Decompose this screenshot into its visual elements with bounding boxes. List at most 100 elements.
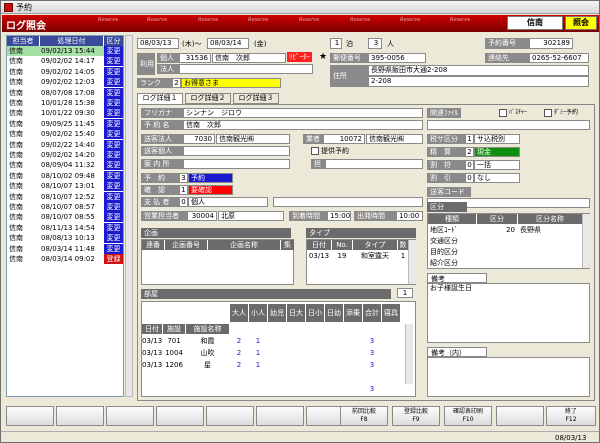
fkey-blank[interactable] — [206, 406, 254, 426]
eigyo-field[interactable]: 北原 — [218, 211, 284, 221]
shiharai-no[interactable]: 0 — [179, 197, 188, 207]
jusho1-field[interactable]: 長野県飯田市大通2-208 — [368, 65, 589, 76]
fkey-blank[interactable] — [106, 406, 154, 426]
list-item[interactable]: 信南 08/10/07 08:55 変更 — [7, 212, 123, 223]
bus-checkbox[interactable] — [499, 109, 507, 117]
okuri-hojin-no-field[interactable]: 7030 — [183, 134, 215, 144]
shiharai-field[interactable]: 個人 — [188, 197, 268, 207]
list-item[interactable]: 信南 09/02/02 14:05 変更 — [7, 66, 123, 77]
kakunin-field[interactable]: 要確認 — [188, 185, 233, 195]
fkey-blank[interactable] — [256, 406, 304, 426]
renraku-field[interactable]: 0265-52-6607 — [529, 53, 589, 63]
kubun-table[interactable]: 種類 区分 区分名称 地区ｺｰﾄﾞ 20 長野県 交通区分 目的区分 紹介区分 — [427, 213, 590, 269]
kojin-name-field[interactable]: 信南 次郎 — [212, 53, 286, 63]
heya-cell: 03/13 — [142, 337, 163, 345]
kojin-no-field[interactable]: 31536 — [179, 53, 211, 63]
gyosha-no-field[interactable]: 10072 — [323, 134, 365, 144]
heya-cell: 和霞 — [200, 337, 215, 345]
list-item[interactable]: 信南 09/02/02 14:20 変更 — [7, 150, 123, 160]
heya-table[interactable]: 大人 小人 幼児 日大 日小 日幼 添乗 合計 寝具 日付 施設 施設名称 03… — [141, 301, 416, 397]
yoyakumei-field[interactable]: 信南 次郎 — [183, 120, 423, 130]
warifu-field[interactable]: 一括 — [474, 160, 520, 170]
heya-cell: 3 — [369, 337, 375, 345]
okuri-hojin-field[interactable]: 信南観光㈱ — [216, 134, 290, 144]
yoyaku-status-field[interactable]: 予約 — [188, 173, 233, 183]
teikei-checkbox[interactable] — [311, 147, 319, 155]
list-item[interactable]: 信南 09/02/13 15:44 変更 — [7, 46, 123, 57]
list-item[interactable]: 信南 09/09/25 11:45 変更 — [7, 118, 123, 129]
list-item[interactable]: 信南 09/02/02 12:03 変更 — [7, 77, 123, 88]
date-from-field[interactable]: 08/03/13 — [137, 38, 179, 49]
date-to-field[interactable]: 08/03/14 — [207, 38, 249, 49]
tab-log1[interactable]: ログ詳細１ — [137, 93, 183, 104]
heya-count-field[interactable]: 1 — [397, 288, 413, 298]
list-item[interactable]: 信南 10/01/22 09:30 変更 — [7, 108, 123, 119]
annai-field[interactable] — [183, 159, 290, 169]
kubun-scrollbar[interactable] — [582, 214, 590, 268]
yoyaku-status-no[interactable]: 3 — [179, 173, 188, 183]
kanren-field[interactable] — [427, 120, 590, 130]
rank-no-field[interactable]: 2 — [172, 78, 181, 88]
list-item[interactable]: 信南 08/10/02 09:48 変更 — [7, 170, 123, 181]
okuri-kojin-field[interactable] — [183, 146, 290, 156]
type-table[interactable]: 日付 No. タイプ 数 03/13 19 和室露天 1 — [306, 239, 416, 285]
list-item[interactable]: 信南 08/07/08 17:08 変更 — [7, 87, 123, 98]
list-item[interactable]: 信南 09/02/02 15:40 変更 — [7, 129, 123, 140]
list-item[interactable]: 信南 08/10/07 13:01 変更 — [7, 181, 123, 192]
zei-no[interactable]: 1 — [465, 134, 474, 144]
biko-field[interactable]: お子様誕生日 — [427, 283, 590, 343]
kikaku-col-renban: 連番 — [142, 240, 164, 250]
furigana-field[interactable]: シンナン ジロウ — [183, 108, 423, 118]
fkey-blank[interactable] — [156, 406, 204, 426]
compare-previous-button[interactable]: 前回比較 F8 — [340, 406, 388, 426]
jusho2-field[interactable]: 2-208 — [368, 76, 589, 87]
haku-field[interactable]: 1 — [330, 38, 342, 49]
nin-field[interactable]: 3 — [368, 38, 382, 49]
list-item[interactable]: 信南 09/02/02 14:17 変更 — [7, 56, 123, 67]
list-item[interactable]: 信南 09/02/22 14:40 変更 — [7, 139, 123, 150]
hojin-field[interactable] — [179, 64, 313, 74]
seisan-field[interactable]: 現金 — [474, 147, 520, 157]
yubin-field[interactable]: 395-0056 — [368, 53, 426, 63]
heya-scrollbar[interactable] — [405, 324, 413, 384]
kakunin-no[interactable]: 1 — [179, 185, 188, 195]
list-scrollbar[interactable] — [125, 35, 133, 397]
list-item[interactable]: 信南 08/10/07 12:52 変更 — [7, 191, 123, 202]
yoyaku-no-field[interactable]: 302189 — [529, 38, 573, 49]
list-item[interactable]: 信南 08/11/13 14:54 変更 — [7, 222, 123, 233]
seisan-no[interactable]: 2 — [465, 147, 474, 157]
zei-field[interactable]: サ込税別 — [474, 134, 520, 144]
waribiki-no[interactable]: 0 — [465, 173, 474, 183]
print-confirmation-button[interactable]: 確認表印刷 F10 — [444, 406, 492, 426]
compare-registered-button[interactable]: 登録比較 F9 — [392, 406, 440, 426]
mode-badge: 照会 — [565, 16, 597, 30]
shuppatsu-field[interactable]: 10:00 — [396, 211, 423, 221]
exit-button[interactable]: 終了 F12 — [546, 406, 596, 426]
dummy-checkbox[interactable] — [544, 109, 552, 117]
list-item[interactable]: 信南 08/03/14 11:48 変更 — [7, 243, 123, 254]
gyosha-field[interactable]: 信南観光㈱ — [366, 134, 423, 144]
fkey-blank[interactable] — [496, 406, 544, 426]
kikaku-table[interactable]: 連番 企画番号 企画名称 集 — [141, 239, 294, 285]
warifu-no[interactable]: 0 — [465, 160, 474, 170]
eigyo-no-field[interactable]: 30004 — [187, 211, 217, 221]
type-scrollbar[interactable] — [408, 240, 416, 284]
heya-col: 小人 — [249, 304, 267, 322]
totyaku-field[interactable]: 15:00 — [327, 211, 351, 221]
biko-nai-field[interactable] — [427, 357, 590, 397]
list-item[interactable]: 信南 10/01/28 15:38 変更 — [7, 98, 123, 108]
fkey-blank[interactable] — [56, 406, 104, 426]
tab-log3[interactable]: ログ詳細３ — [233, 93, 279, 104]
list-item[interactable]: 信南 08/10/07 08:57 変更 — [7, 202, 123, 212]
log-list[interactable]: 担当者 処理日付 区分 信南 09/02/13 15:44 変更 信南 09/02/02… — [6, 35, 124, 397]
fkey-blank[interactable] — [6, 406, 54, 426]
tab-log2[interactable]: ログ詳細２ — [185, 93, 231, 104]
list-item-date: 08/03/14 09:02 — [41, 255, 95, 263]
rank-field[interactable]: お得意さま — [181, 78, 281, 88]
shiharai-extra-field[interactable] — [273, 197, 423, 207]
waribiki-field[interactable]: なし — [474, 173, 520, 183]
list-item[interactable]: 信南 08/03/14 09:02 登録 — [7, 254, 123, 264]
list-item[interactable]: 信南 08/09/04 11:32 変更 — [7, 160, 123, 171]
tan-field[interactable] — [325, 159, 423, 169]
list-item[interactable]: 信南 08/08/13 10:13 変更 — [7, 233, 123, 244]
